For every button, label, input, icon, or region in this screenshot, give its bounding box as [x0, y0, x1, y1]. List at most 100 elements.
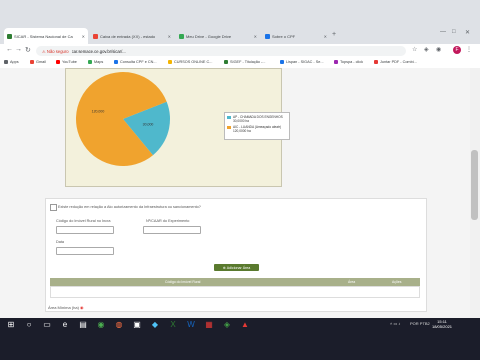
- chrome-icon[interactable]: ◉: [96, 320, 106, 330]
- extension-icon[interactable]: ◈: [424, 46, 429, 53]
- min-area-label: Área Mínima (ha) ◉: [48, 305, 84, 310]
- gmail-icon: [30, 60, 34, 64]
- column-header: Ações: [392, 280, 402, 284]
- bookmark-icon: [280, 60, 284, 64]
- table-body: [50, 286, 420, 298]
- experiment-input[interactable]: [143, 226, 201, 234]
- profile-avatar[interactable]: F: [453, 46, 461, 54]
- close-icon[interactable]: ✕: [254, 34, 257, 39]
- add-area-label: Adicionar Área: [226, 265, 251, 270]
- bookmark-cursos[interactable]: CURSOS ONLINE C...: [168, 60, 212, 64]
- firefox-icon[interactable]: ◍: [114, 320, 124, 330]
- warning-label: Não seguro: [46, 48, 69, 54]
- bookmark-apps[interactable]: Apps: [4, 60, 19, 64]
- tray-icons[interactable]: ˄ ▭ ♪: [390, 321, 400, 326]
- bookmark-topspa[interactable]: Topspa - click: [334, 60, 363, 64]
- bookmark-lispan[interactable]: Lispan - SIGAC - Se...: [280, 60, 324, 64]
- bookmark-juntar-pdf[interactable]: Juntar PDF - Combi...: [374, 60, 417, 64]
- add-area-button[interactable]: ⊕ Adicionar Área: [214, 264, 259, 271]
- date-input[interactable]: [56, 247, 114, 255]
- gmail-icon: [93, 33, 98, 39]
- bookmark-maps[interactable]: Maps: [88, 60, 103, 64]
- file-explorer-icon[interactable]: ▤: [78, 320, 88, 330]
- bookmark-label: SIGEF - Titulação -...: [230, 60, 266, 64]
- tab-email[interactable]: Caixa de entrada (XX) - estado ✕: [90, 28, 174, 44]
- extension-icon[interactable]: ◉: [436, 46, 441, 53]
- system-clock[interactable]: 15:11 18/05/2021: [432, 319, 452, 329]
- tab-sicar[interactable]: SICAR - Sistema Nacional de Ca ✕: [4, 28, 88, 44]
- not-secure-warning[interactable]: ⚠ Não seguro: [42, 49, 69, 54]
- bookmark-icon: [224, 60, 228, 64]
- windows-start-icon[interactable]: ⊞: [6, 320, 16, 330]
- globe-icon: [265, 33, 270, 39]
- legend-text: AIC - LUANDA (Ameaçado aleatr) 120,0000 h…: [233, 125, 281, 133]
- checkbox[interactable]: [50, 204, 57, 211]
- table-header: Código do Imóvel Rural Área Ações: [50, 278, 420, 286]
- edge-icon[interactable]: e: [60, 320, 70, 330]
- column-header: Área: [348, 280, 356, 284]
- bookmark-label: Apps: [10, 60, 19, 64]
- word-icon[interactable]: W: [186, 320, 196, 330]
- bookmark-icon: [168, 60, 172, 64]
- forward-icon[interactable]: →: [15, 46, 22, 53]
- explorer-icon[interactable]: ▣: [132, 320, 142, 330]
- apps-icon: [4, 60, 8, 64]
- minimize-icon[interactable]: —: [440, 29, 446, 35]
- bookmark-label: YouTube: [62, 60, 77, 64]
- legend-item-2[interactable]: AIC - LUANDA (Ameaçado aleatr) 120,0000 h…: [227, 125, 287, 133]
- bookmark-consulta[interactable]: Consulta CPF e CN...: [114, 60, 157, 64]
- min-area-text: Área Mínima (ha): [48, 305, 79, 310]
- close-window-icon[interactable]: ✕: [465, 29, 470, 36]
- legend-swatch: [227, 125, 231, 129]
- bookmark-icon: [334, 60, 338, 64]
- pdf-icon[interactable]: ▦: [204, 320, 214, 330]
- field1-label: Código do Imóvel Rural no Incra: [56, 219, 111, 223]
- bookmark-label: Consulta CPF e CN...: [120, 60, 157, 64]
- help-icon[interactable]: ◉: [80, 305, 84, 310]
- legend-swatch: [227, 115, 231, 119]
- new-tab-icon[interactable]: +: [332, 31, 336, 38]
- maximize-icon[interactable]: □: [452, 29, 456, 35]
- app-icon[interactable]: ◆: [150, 320, 160, 330]
- language-indicator[interactable]: POR PTB2: [410, 321, 430, 326]
- bookmark-youtube[interactable]: YouTube: [56, 60, 77, 64]
- close-icon[interactable]: ✕: [324, 34, 327, 39]
- bookmark-label: Juntar PDF - Combi...: [380, 60, 417, 64]
- legend-text: AP - CHAMADA DOS ENGENHOS 30,0000 ha: [233, 115, 283, 123]
- close-icon[interactable]: ✕: [168, 34, 171, 39]
- back-icon[interactable]: ←: [6, 46, 13, 53]
- bookmark-sigef[interactable]: SIGEF - Titulação -...: [224, 60, 265, 64]
- maps-icon: [88, 60, 92, 64]
- scrollbar-thumb[interactable]: [471, 150, 478, 220]
- field2-label: Nº/CAAR do Experimento: [146, 219, 190, 223]
- tab-label: Caixa de entrada (XX) - estado: [100, 33, 156, 39]
- pie-chart-card: 30,000 120,000 AP - CHAMADA DOS ENGENHOS 3…: [65, 68, 290, 187]
- close-icon[interactable]: ✕: [82, 34, 85, 39]
- bookmark-label: Lispan - SIGAC - Se...: [286, 60, 324, 64]
- excel-icon[interactable]: X: [168, 320, 178, 330]
- app-icon[interactable]: ▲: [240, 320, 250, 330]
- app-icon[interactable]: ◈: [222, 320, 232, 330]
- bookmark-icon: [114, 60, 118, 64]
- tab-drive[interactable]: Meu Drive - Google Drive ✕: [176, 28, 260, 44]
- pie-data-label: 30,000: [143, 122, 154, 126]
- screen: SICAR - Sistema Nacional de Ca ✕ Caixa d…: [0, 0, 480, 360]
- chart-legend: AP - CHAMADA DOS ENGENHOS 30,0000 ha AIC …: [224, 112, 290, 140]
- incra-code-input[interactable]: [56, 226, 114, 234]
- task-view-icon[interactable]: ▭: [42, 320, 52, 330]
- menu-icon[interactable]: ⋮: [466, 46, 472, 53]
- url-text: car.semace.ce.gov.br/sicar/...: [71, 48, 126, 54]
- search-icon[interactable]: ○: [24, 320, 34, 330]
- bookmark-label: CURSOS ONLINE C...: [174, 60, 213, 64]
- pie-data-label: 120,000: [92, 110, 105, 114]
- bookmark-gmail[interactable]: Gmail: [30, 60, 46, 64]
- tab-label: SICAR - Sistema Nacional de Ca: [14, 33, 73, 39]
- column-header: Código do Imóvel Rural: [165, 280, 201, 284]
- tab-label: Meu Drive - Google Drive: [186, 33, 232, 39]
- url-bar[interactable]: ⚠ Não seguro car.semace.ce.gov.br/sicar/…: [36, 46, 406, 56]
- star-icon[interactable]: ☆: [412, 46, 417, 53]
- legend-item-1[interactable]: AP - CHAMADA DOS ENGENHOS 30,0000 ha: [227, 115, 287, 123]
- tab-cpf[interactable]: Sobre o CPF ✕: [262, 28, 330, 44]
- field3-label: Data: [56, 240, 65, 244]
- reload-icon[interactable]: ↻: [25, 46, 31, 54]
